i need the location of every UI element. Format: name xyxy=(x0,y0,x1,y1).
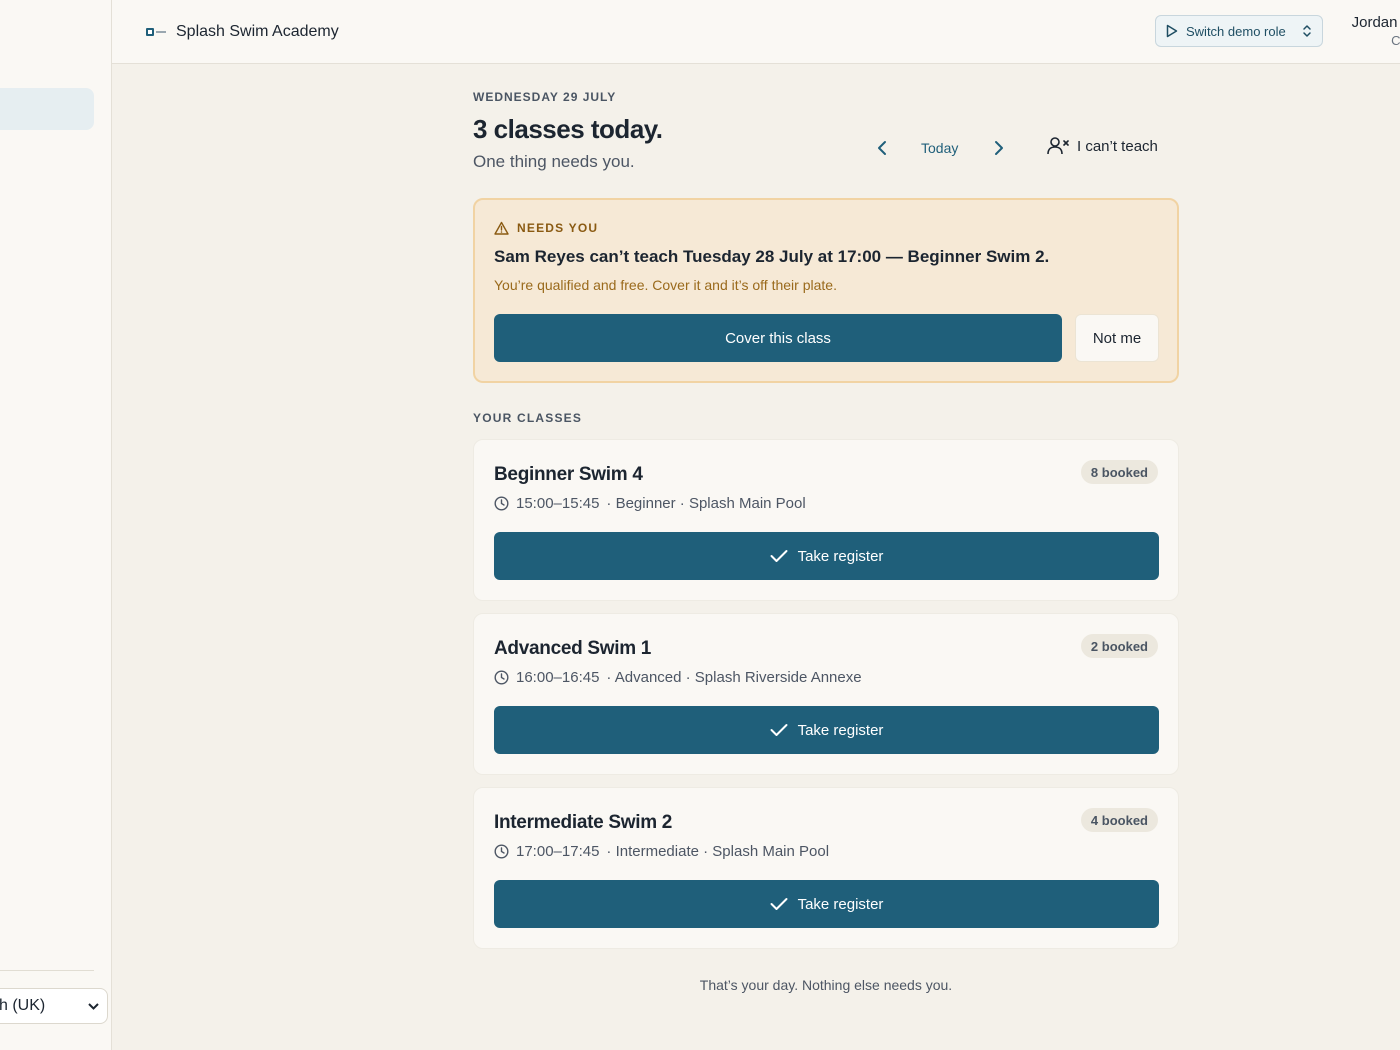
brand-name: Splash Swim Academy xyxy=(176,23,339,40)
needs-you-alert: NEEDS YOU Sam Reyes can’t teach Tuesday … xyxy=(473,198,1179,383)
play-icon xyxy=(1166,24,1178,38)
cover-class-button[interactable]: Cover this class xyxy=(494,314,1062,362)
class-time: 16:00–16:45 xyxy=(516,669,600,686)
booked-badge: 2 booked xyxy=(1080,634,1158,658)
check-icon xyxy=(770,898,788,910)
section-label-your-classes: YOUR CLASSES xyxy=(473,411,583,425)
alert-tag: NEEDS YOU xyxy=(494,221,598,235)
chevron-updown-icon xyxy=(1303,25,1311,37)
chevron-right-icon xyxy=(995,141,1003,155)
class-title: Intermediate Swim 2 xyxy=(494,812,673,833)
switch-role-label: Switch demo role xyxy=(1186,23,1286,39)
today-button[interactable]: Today xyxy=(921,140,958,156)
class-card: Beginner Swim 4 8 booked 15:00–15:45 · B… xyxy=(473,439,1179,601)
language-select-value: h (UK) xyxy=(0,997,46,1014)
class-card: Advanced Swim 1 2 booked 16:00–16:45 · A… xyxy=(473,613,1179,775)
sidebar-divider xyxy=(0,970,94,971)
class-meta: 16:00–16:45 · Advanced · Splash Riversid… xyxy=(494,669,862,686)
clock-icon xyxy=(494,496,509,511)
page-subtitle: One thing needs you. xyxy=(473,152,635,171)
brand-logo-icon xyxy=(146,27,168,37)
user-name: Jordan Pi xyxy=(1351,14,1400,31)
date-label: WEDNESDAY 29 JULY xyxy=(473,90,617,104)
footer-note: That’s your day. Nothing else needs you. xyxy=(699,977,953,993)
class-details: · Intermediate · Splash Main Pool xyxy=(606,843,830,860)
top-bar: Splash Swim Academy Switch demo role Jor… xyxy=(112,0,1400,64)
not-me-button[interactable]: Not me xyxy=(1075,314,1159,362)
check-icon xyxy=(770,724,788,736)
class-card: Intermediate Swim 2 4 booked 17:00–17:45… xyxy=(473,787,1179,949)
language-select[interactable]: h (UK) xyxy=(0,988,108,1024)
class-meta: 17:00–17:45 · Intermediate · Splash Main… xyxy=(494,843,829,860)
take-register-button[interactable]: Take register xyxy=(494,532,1159,580)
class-time: 17:00–17:45 xyxy=(516,843,600,860)
sidebar-item-active[interactable] xyxy=(0,88,94,130)
clock-icon xyxy=(494,670,509,685)
class-details: · Beginner · Splash Main Pool xyxy=(606,495,806,512)
check-icon xyxy=(770,550,788,562)
brand[interactable]: Splash Swim Academy xyxy=(146,0,339,64)
cant-teach-button[interactable]: I can’t teach xyxy=(1047,136,1158,156)
cant-teach-label: I can’t teach xyxy=(1077,137,1158,155)
booked-badge: 4 booked xyxy=(1080,808,1158,832)
previous-day-button[interactable] xyxy=(873,138,893,158)
class-title: Beginner Swim 4 xyxy=(494,464,643,485)
take-register-button[interactable]: Take register xyxy=(494,706,1159,754)
take-register-label: Take register xyxy=(797,895,884,913)
chevron-left-icon xyxy=(878,141,886,155)
class-meta: 15:00–15:45 · Beginner · Splash Main Poo… xyxy=(494,495,806,512)
take-register-label: Take register xyxy=(797,721,884,739)
user-role: Coa xyxy=(1391,33,1400,48)
alert-tag-label: NEEDS YOU xyxy=(517,221,599,235)
sidebar: h (UK) xyxy=(0,0,112,1050)
alert-text: You’re qualified and free. Cover it and … xyxy=(494,277,837,293)
switch-role-button[interactable]: Switch demo role xyxy=(1155,15,1323,47)
warning-icon xyxy=(494,221,509,235)
chevron-down-icon xyxy=(88,999,99,1013)
class-title: Advanced Swim 1 xyxy=(494,638,652,659)
take-register-button[interactable]: Take register xyxy=(494,880,1159,928)
booked-badge: 8 booked xyxy=(1080,460,1158,484)
next-day-button[interactable] xyxy=(988,138,1008,158)
class-details: · Advanced · Splash Riverside Annexe xyxy=(606,669,862,686)
take-register-label: Take register xyxy=(797,547,884,565)
page-title: 3 classes today. xyxy=(473,114,663,144)
alert-title: Sam Reyes can’t teach Tuesday 28 July at… xyxy=(494,247,1050,266)
user-menu[interactable]: Jordan Pi Coa xyxy=(1335,14,1400,48)
clock-icon xyxy=(494,844,509,859)
user-x-icon xyxy=(1047,137,1069,155)
class-time: 15:00–15:45 xyxy=(516,495,600,512)
